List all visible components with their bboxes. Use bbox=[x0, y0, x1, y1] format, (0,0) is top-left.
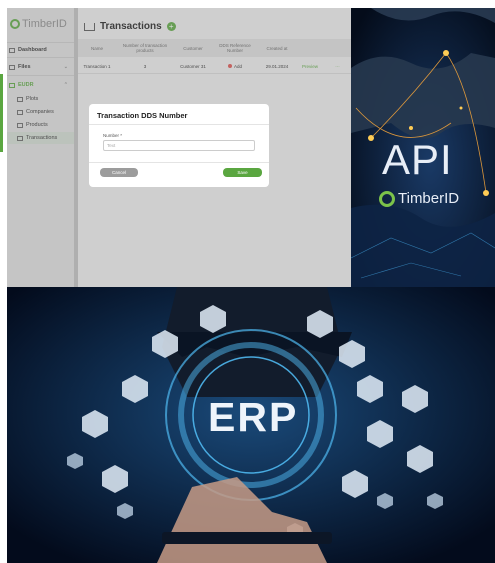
timberid-app-screenshot: TimberID Dashboard Files ⌄ EUDR ⌃ Plots … bbox=[7, 8, 351, 287]
cancel-button[interactable]: Cancel bbox=[100, 168, 138, 177]
erp-banner-image: ERP bbox=[7, 287, 495, 563]
number-field-label: Number * bbox=[103, 133, 123, 138]
api-brand: TimberID bbox=[379, 190, 459, 207]
api-banner-image: API TimberID bbox=[351, 8, 495, 287]
api-heading: API bbox=[382, 136, 453, 183]
green-accent-edge bbox=[0, 74, 3, 152]
divider bbox=[89, 124, 269, 125]
brand-text: TimberID bbox=[398, 190, 460, 207]
dds-number-modal: Transaction DDS Number Number * Text Can… bbox=[89, 104, 269, 187]
divider bbox=[89, 162, 269, 163]
timberid-logo-icon bbox=[379, 190, 395, 207]
modal-title: Transaction DDS Number bbox=[97, 111, 188, 120]
save-button[interactable]: Save bbox=[223, 168, 262, 177]
number-input[interactable]: Text bbox=[103, 140, 255, 151]
erp-heading: ERP bbox=[208, 394, 299, 440]
